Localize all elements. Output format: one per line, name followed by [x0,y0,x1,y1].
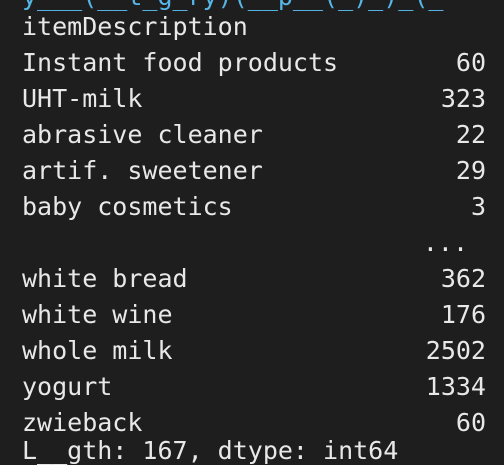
console-output: y___(__t_g_ry)(__p__(_)_)_(_ itemDescrip… [0,0,504,465]
column-header: itemDescription [22,12,248,41]
item-count: 323 [440,84,486,113]
item-count: 3 [470,192,486,221]
item-name: Instant food products [22,48,339,77]
item-name: abrasive cleaner [22,120,263,149]
table-row: UHT-milk 323 [22,81,486,117]
item-name: UHT-milk [22,84,143,113]
table-row: artif. sweetener 29 [22,153,486,189]
item-count: 2502 [425,336,486,365]
table-row: yogurt 1334 [22,369,486,405]
item-name: white wine [22,300,173,329]
table-row: baby cosmetics 3 [22,189,486,225]
item-count: 176 [440,300,486,329]
table-row: whole milk 2502 [22,333,486,369]
item-name: white bread [22,264,188,293]
table-row: abrasive cleaner 22 [22,117,486,153]
truncation-ellipsis: ... [422,228,468,257]
table-row: white wine 176 [22,297,486,333]
item-count: 362 [440,264,486,293]
table-row: Instant food products 60 [22,45,486,81]
item-count: 1334 [425,372,486,401]
item-name: baby cosmetics [22,192,233,221]
item-name: artif. sweetener [22,156,263,185]
item-name: whole milk [22,336,173,365]
item-count: 29 [455,156,486,185]
item-name: yogurt [22,372,113,401]
item-count: 60 [455,48,486,77]
item-count: 22 [455,120,486,149]
table-row: white bread 362 [22,261,486,297]
